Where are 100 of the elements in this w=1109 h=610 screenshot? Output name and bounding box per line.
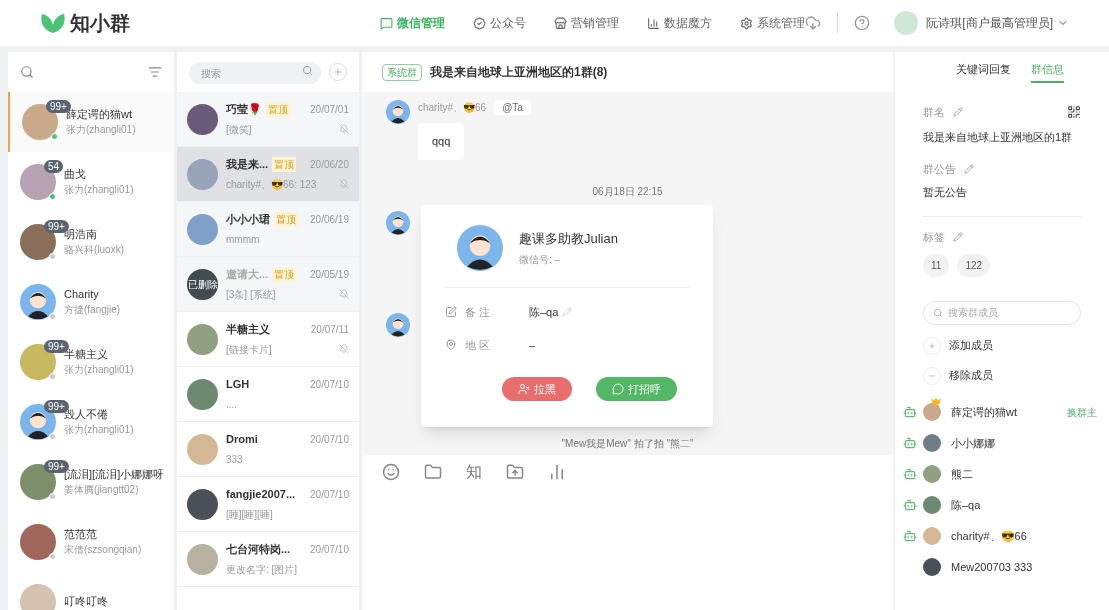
avatar-silhouette: [386, 100, 410, 124]
emoji-icon[interactable]: [382, 463, 400, 481]
upload-icon[interactable]: [506, 463, 524, 481]
badge-icon: [473, 16, 486, 30]
account-name: 范范范: [64, 527, 98, 542]
chat-name: 我是来...: [226, 157, 269, 173]
chat-name: fangjie2007...: [226, 487, 296, 503]
chat-preview: ....: [226, 397, 239, 412]
search-icon[interactable]: [302, 64, 313, 76]
add-member-button[interactable]: 添加成员: [923, 336, 993, 355]
avatar-photo: [923, 527, 941, 545]
avatar-photo: [187, 543, 218, 575]
user-block-icon: [518, 383, 530, 395]
chat-name: Dromi: [226, 432, 258, 448]
chat-item[interactable]: 巧莹🌹 置顶 20/07/01 [微笑]: [177, 92, 359, 147]
member-name: 熊二: [951, 466, 973, 482]
system-note: "Mew我是Mew" 拍了拍 "熊二": [560, 437, 695, 451]
knowledge-button[interactable]: 知: [466, 460, 482, 484]
chat-preview: mmmm: [226, 232, 261, 247]
avatar-silhouette: [20, 284, 56, 320]
nav-tab[interactable]: 营销管理: [554, 14, 619, 32]
edit-note-icon: [445, 306, 457, 319]
app-logo-text: 知小群: [70, 11, 130, 36]
member-name: Mew200703 333: [951, 559, 1033, 575]
chat-item[interactable]: 已删除 邀请大... 置顶 20/05/19 [3条] [系统]: [177, 257, 359, 312]
chat-name: 邀请大...: [226, 267, 269, 283]
member-search-field[interactable]: 搜索群成员: [923, 300, 1081, 325]
search-field[interactable]: 搜索: [189, 62, 321, 85]
account-item[interactable]: 99+ 半糖主义 张力(zhangli01): [8, 332, 174, 392]
remark-label: 备 注: [465, 305, 492, 320]
panel-tab[interactable]: 关键词回复: [956, 60, 1011, 84]
account-name: 叮咚叮咚: [64, 595, 108, 609]
account-owner: 张力(zhangli01): [64, 423, 134, 437]
folder-icon[interactable]: [424, 463, 442, 481]
mention-button[interactable]: @Ta: [494, 100, 531, 115]
pinned-tag: 置顶: [274, 212, 298, 227]
remove-member-button[interactable]: 移除成员: [923, 366, 993, 385]
chat-name: 七台河特岗...: [226, 542, 291, 558]
conversation-title: 我是来自地球上亚洲地区的1群(8): [430, 64, 608, 81]
chat-name: LGH: [226, 377, 250, 393]
edit-icon[interactable]: [953, 107, 963, 118]
help-icon[interactable]: [854, 15, 871, 31]
member-name: 陈–qa: [951, 497, 981, 513]
nav-tab[interactable]: 系统管理: [740, 14, 805, 32]
edit-icon[interactable]: [964, 164, 974, 175]
chat-preview: [链接卡片]: [226, 342, 273, 357]
account-owner: 宋倩(szsongqian): [64, 543, 142, 557]
account-item[interactable]: 99+ 毁人不倦 张力(zhangli01): [8, 392, 174, 452]
account-item[interactable]: 叮咚叮咚: [8, 572, 174, 610]
account-owner: 张力(zhangli01): [64, 363, 134, 377]
chat-time: 20/06/19: [310, 213, 349, 227]
chat-preview: [3条] [系统]: [226, 287, 277, 302]
wechat-id: 微信号: –: [519, 253, 562, 268]
tag-chip: 11: [923, 253, 950, 277]
nav-tab[interactable]: 公众号: [473, 14, 526, 32]
edit-icon[interactable]: [953, 232, 963, 243]
chat-item[interactable]: 我是来... 置顶 20/06/20 charity#、😎66: 123: [177, 147, 359, 202]
account-owner: 方捷(fangjie): [64, 303, 121, 317]
member-name: charity#、😎66: [951, 528, 1027, 544]
pinned-tag: 置顶: [266, 102, 290, 117]
avatar-photo: [187, 158, 218, 190]
bar-chart-icon: [647, 16, 660, 30]
bar-chart-icon[interactable]: [548, 463, 566, 481]
download-icon[interactable]: [805, 15, 822, 31]
group-notice: 暂无公告: [923, 184, 968, 200]
qr-code-icon[interactable]: [1067, 105, 1081, 120]
location-pin-icon: [445, 338, 457, 351]
nav-tab[interactable]: 数据魔方: [647, 14, 712, 32]
chat-time: 20/07/10: [310, 543, 349, 557]
account-item[interactable]: 99+ 薛定谔的猫wt 张力(zhangli01): [8, 92, 174, 152]
collapse-menu-icon[interactable]: [148, 65, 162, 79]
avatar-photo: [20, 524, 56, 560]
account-item[interactable]: 54 曲戈 张力(zhangli01): [8, 152, 174, 212]
search-icon[interactable]: [20, 65, 34, 79]
chat-preview: 更改名字: [图片]: [226, 562, 299, 577]
avatar-silhouette: [386, 312, 410, 337]
chat-preview: [微笑]: [226, 122, 253, 137]
chat-bubble-icon: [612, 383, 624, 395]
account-owner: 姜体腾(jiangtt02): [64, 483, 140, 497]
user-menu[interactable]: 阮诗琪[商户最高管理员]: [926, 14, 1069, 32]
chat-time: 20/07/10: [310, 378, 349, 392]
chat-time: 20/07/10: [310, 433, 349, 447]
account-item[interactable]: Charity 方捷(fangjie): [8, 272, 174, 332]
avatar-silhouette: [457, 225, 503, 271]
member-name: 薛定谔的猫wt: [951, 404, 1017, 420]
pinned-tag: 置顶: [272, 267, 297, 282]
account-name: Charity: [64, 287, 100, 302]
chat-item[interactable]: 小小小珺 置顶 20/06/19 mmmm: [177, 202, 359, 257]
chat-time: 20/07/01: [310, 103, 349, 117]
message-bubble: qqq: [418, 123, 465, 160]
avatar-photo: [20, 584, 56, 610]
chat-time: 20/05/19: [310, 268, 349, 282]
sender-name: charity#、😎66: [418, 101, 487, 115]
account-item[interactable]: 范范范 宋倩(szsongqian): [8, 512, 174, 572]
account-item[interactable]: 99+ 明浩南 骆兴科(luoxk): [8, 212, 174, 272]
region-value: –: [529, 337, 536, 353]
avatar-photo: [187, 488, 218, 520]
avatar-photo: [923, 434, 941, 452]
chat-name: 巧莹🌹: [226, 102, 262, 118]
account-owner: 张力(zhangli01): [64, 183, 134, 197]
